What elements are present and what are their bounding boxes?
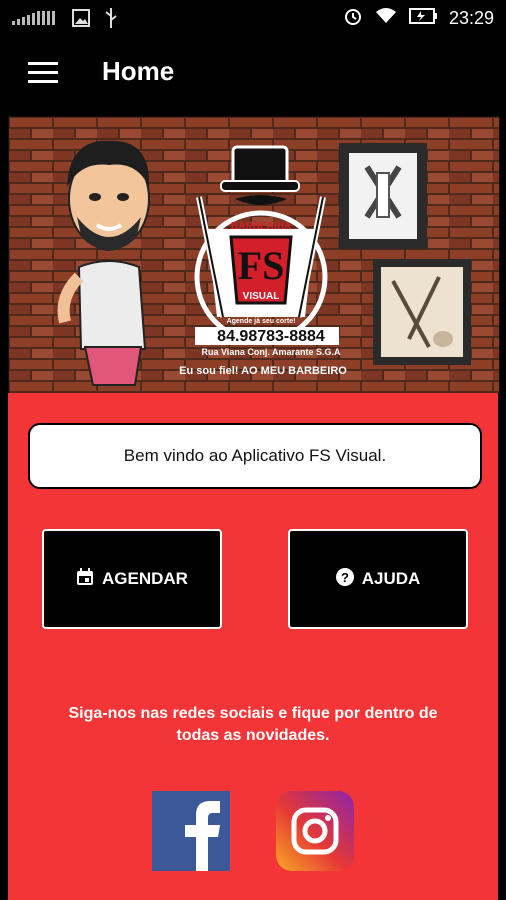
usb-icon	[104, 8, 118, 33]
banner-image: BARBEARIA FS VISUAL Agende já seu corte!…	[9, 117, 499, 393]
app-bar: Home	[0, 36, 506, 112]
svg-text:?: ?	[341, 570, 349, 585]
ajuda-label: AJUDA	[361, 569, 421, 588]
clock-time: 23:29	[448, 8, 494, 28]
svg-text:VISUAL: VISUAL	[243, 291, 280, 302]
svg-text:Agende já seu corte!: Agende já seu corte!	[227, 318, 296, 325]
svg-text:Rua Viana Conj. Amarante S.G.A: Rua Viana Conj. Amarante S.G.A	[201, 347, 341, 357]
battery-icon	[408, 8, 437, 29]
signal-icon	[12, 11, 58, 30]
ajuda-button[interactable]: ? AJUDA	[288, 529, 468, 629]
instagram-icon	[291, 807, 339, 855]
welcome-card: Bem vindo ao Aplicativo FS Visual.	[28, 423, 482, 489]
image-icon	[72, 9, 90, 32]
calendar-icon	[76, 567, 94, 591]
picture-frame-barber-pole	[339, 143, 427, 249]
agendar-button[interactable]: AGENDAR	[42, 529, 222, 629]
main-content: Bem vindo ao Aplicativo FS Visual. AGEND…	[8, 393, 498, 900]
facebook-icon	[185, 801, 220, 871]
instagram-button[interactable]	[276, 791, 354, 871]
picture-frame-razor	[373, 259, 471, 365]
social-text-line1: Siga-nos nas redes sociais e fique por d…	[68, 705, 438, 722]
welcome-text: Bem vindo ao Aplicativo FS Visual.	[123, 446, 387, 465]
svg-text:FS: FS	[238, 243, 285, 288]
hero-banner: BARBEARIA FS VISUAL Agende já seu corte!…	[8, 116, 500, 394]
svg-text:Eu sou fiel! AO MEU BARBEIRO: Eu sou fiel! AO MEU BARBEIRO	[179, 365, 347, 377]
status-bar: 23:29	[0, 0, 506, 36]
page-title: Home	[102, 56, 175, 86]
social-message: Siga-nos nas redes sociais e fique por d…	[8, 703, 498, 747]
social-text-line2: todas as novidades.	[176, 727, 330, 744]
alarm-icon	[343, 6, 363, 31]
svg-text:84.98783-8884: 84.98783-8884	[217, 328, 325, 345]
help-icon: ?	[335, 567, 354, 591]
svg-text:BARBEARIA: BARBEARIA	[231, 221, 291, 232]
hamburger-icon[interactable]	[28, 62, 58, 88]
agendar-label: AGENDAR	[102, 569, 188, 588]
wifi-icon	[375, 7, 397, 30]
facebook-button[interactable]	[152, 791, 230, 871]
